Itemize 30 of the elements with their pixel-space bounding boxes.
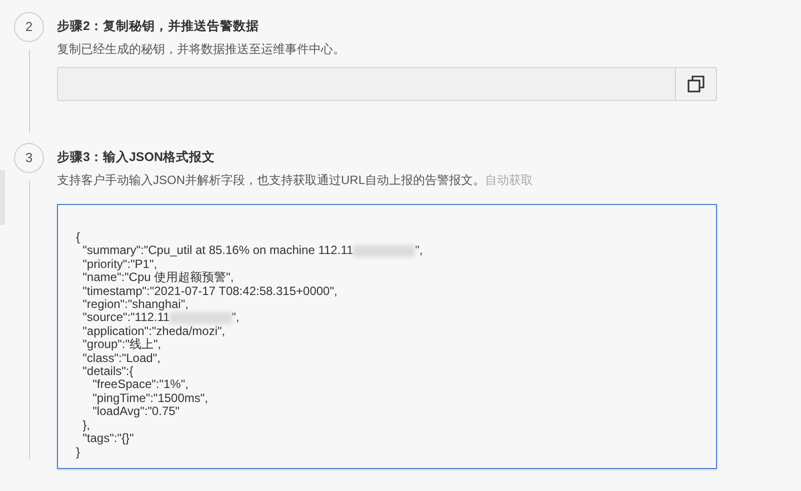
copy-icon: [687, 75, 705, 93]
code-line: "pingTime":"1500ms",: [92, 392, 208, 406]
secret-key-field[interactable]: [57, 67, 675, 101]
code-line: "summary":"Cpu_util at 85.16% on machine 112.11: [82, 244, 354, 258]
code-line: "details":{: [82, 365, 134, 378]
step-number: 3: [14, 143, 44, 173]
step-description: 复制已经生成的秘钥，并将数据推送至运维事件中心。: [57, 42, 345, 56]
code-line: "class":"Load",: [82, 352, 160, 366]
code-line: "loadAvg":"0.75": [92, 405, 180, 419]
json-input-field[interactable]: [57, 204, 717, 469]
code-line: "group":"线上",: [82, 338, 162, 352]
code-line: "tags":"{}": [82, 432, 134, 446]
step-title: 步骤3：输入JSON格式报文: [57, 149, 216, 166]
copy-button[interactable]: [675, 67, 717, 101]
code-line: ",: [232, 311, 240, 325]
code-line: "region":"shanghai",: [82, 298, 188, 312]
code-line: ",: [415, 244, 423, 258]
auto-fetch-link[interactable]: 自动获取: [485, 173, 534, 187]
code-line: "application":"zheda/mozi",: [82, 324, 226, 338]
code-line: "timestamp":"2021-07-17 T08:42:58.315+0000",: [82, 284, 338, 298]
code-line: "priority":"P1",: [82, 258, 158, 272]
code-line: "name":"Cpu 使用超额预警",: [82, 271, 234, 285]
step-description: 支持客户手动输入JSON并解析字段，也支持获取通过URL自动上报的告警报文。: [57, 173, 486, 187]
code-line: {: [76, 231, 80, 244]
code-line: "source":"112.11: [82, 311, 170, 325]
step-title: 步骤2：复制秘钥，并推送告警数据: [57, 18, 260, 35]
code-line: },: [82, 418, 90, 432]
step-number: 2: [14, 12, 44, 42]
code-line: "freeSpace":"1%",: [92, 378, 188, 392]
code-line: }: [76, 446, 80, 459]
